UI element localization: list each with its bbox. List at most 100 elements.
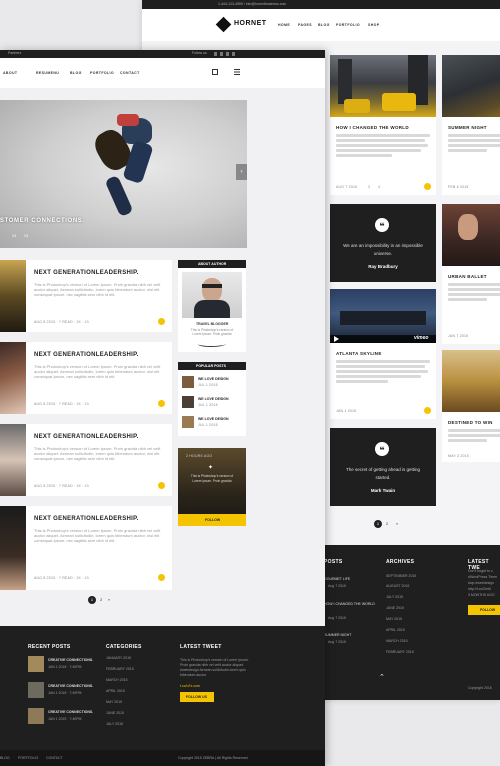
popular-title[interactable]: WE LOVE DESIGN bbox=[198, 417, 229, 421]
hero-slider[interactable]: STOMER CONNECTIONS. 24 13 › bbox=[0, 100, 247, 248]
archive-item[interactable]: MAY 2015 bbox=[386, 617, 402, 621]
share-icon[interactable] bbox=[158, 482, 165, 489]
page-2[interactable]: 2 bbox=[100, 596, 102, 604]
social-icons[interactable] bbox=[214, 52, 238, 56]
menu-icon[interactable] bbox=[234, 69, 240, 75]
quote-card[interactable]: ❝ We are an impossibility in an impossib… bbox=[330, 204, 436, 282]
next-page[interactable]: » bbox=[396, 520, 398, 528]
hero-like-count: 24 bbox=[12, 234, 17, 238]
bottom-link-contact[interactable]: CONTACT bbox=[46, 756, 63, 760]
quote-text: The secret of getting ahead is getting s… bbox=[345, 467, 421, 480]
archive-item[interactable]: APRIL 2015 bbox=[386, 628, 405, 632]
share-icon[interactable] bbox=[158, 400, 165, 407]
follow-button[interactable]: FOLLOW bbox=[468, 605, 500, 615]
article-card[interactable]: NEXT GENERATIONLEADERSHIP. This is Photo… bbox=[0, 260, 172, 332]
archive-item[interactable]: JULY 2015 bbox=[386, 595, 403, 599]
share-icon[interactable] bbox=[424, 407, 431, 414]
nav-blog[interactable]: BLOG bbox=[318, 23, 330, 27]
bottom-link-portfolio[interactable]: PORTFOLIO bbox=[18, 756, 38, 760]
article-card[interactable]: NEXT GENERATIONLEADERSHIP. This is Photo… bbox=[0, 342, 172, 414]
article-title[interactable]: NEXT GENERATIONLEADERSHIP. bbox=[34, 352, 139, 358]
tweet-link[interactable]: t.co/u7x.com bbox=[180, 684, 200, 688]
post-card[interactable]: URBAN BALLET JAN 7 2015 bbox=[442, 204, 500, 344]
nav-contact[interactable]: CONTACT bbox=[120, 71, 140, 75]
post-title[interactable]: HOW I CHANGED THE WORLD bbox=[336, 125, 409, 130]
post-title[interactable]: SUMMER NIGHT bbox=[448, 125, 487, 130]
article-excerpt: This is Photoshop's version of Lorem Ips… bbox=[34, 528, 161, 543]
recent-title[interactable]: CREATIVE CONNECTIONS. bbox=[48, 684, 93, 688]
logo-text[interactable]: HORNET bbox=[234, 20, 267, 27]
post-card[interactable]: DESTINED TO WIN MAY 3 2015 bbox=[442, 350, 500, 462]
nav-pages[interactable]: PAGES bbox=[298, 23, 312, 27]
post-date: FEB 6 2015 bbox=[448, 185, 469, 189]
popular-title[interactable]: WE LOVE DESIGN bbox=[198, 377, 229, 381]
video-player[interactable]: vimeo bbox=[330, 289, 436, 343]
article-card[interactable]: NEXT GENERATIONLEADERSHIP. This is Photo… bbox=[0, 424, 172, 496]
share-icon[interactable] bbox=[158, 574, 165, 581]
page-1[interactable]: 1 bbox=[88, 596, 96, 604]
quote-text: We are an impossibility in an impossible… bbox=[343, 243, 423, 256]
comment-count: 4 bbox=[378, 185, 381, 189]
post-date: JAN 1 2015 bbox=[336, 409, 357, 413]
nav-about[interactable]: ABOUT bbox=[3, 71, 17, 75]
article-card[interactable]: NEXT GENERATIONLEADERSHIP. This is Photo… bbox=[0, 506, 172, 590]
category-item[interactable]: JANUARY 2015 bbox=[106, 656, 131, 660]
category-item[interactable]: JUNE 2015 bbox=[106, 711, 124, 715]
follow-us-button[interactable]: FOLLOW US bbox=[180, 692, 214, 702]
footer-post[interactable]: GOURMET LIFE bbox=[324, 577, 350, 581]
follow-button[interactable]: FOLLOW bbox=[178, 514, 246, 526]
recent-post[interactable]: CREATIVE CONNECTIONS. JAN 1 2015 · 7:40P… bbox=[28, 682, 98, 698]
post-card[interactable]: HOW I CHANGED THE WORLD AUG 7 2015 3 4 bbox=[330, 55, 436, 195]
slider-next-arrow[interactable]: › bbox=[236, 164, 247, 180]
partners-link[interactable]: Partners bbox=[8, 51, 21, 56]
quote-card[interactable]: ❝ The secret of getting ahead is getting… bbox=[330, 428, 436, 506]
author-avatar bbox=[182, 272, 242, 318]
recent-title[interactable]: CREATIVE CONNECTIONS. bbox=[48, 658, 93, 662]
archive-item[interactable]: MARCH 2015 bbox=[386, 639, 408, 643]
footer-post[interactable]: SUMMER NIGHT bbox=[324, 633, 351, 637]
recent-title[interactable]: CREATIVE CONNECTIONS. bbox=[48, 710, 93, 714]
category-item[interactable]: MAY 2015 bbox=[106, 700, 122, 704]
play-icon[interactable] bbox=[334, 336, 339, 342]
footer-post[interactable]: HOW I CHANGED THE WORLD bbox=[324, 602, 375, 606]
popular-item[interactable]: WE LOVE DESIGN JUL 1 2015 bbox=[182, 394, 242, 410]
share-icon[interactable] bbox=[424, 183, 431, 190]
scroll-top-icon[interactable]: ⌃ bbox=[379, 673, 385, 681]
post-title[interactable]: ATLANTA SKYLINE bbox=[336, 351, 382, 356]
article-title[interactable]: NEXT GENERATIONLEADERSHIP. bbox=[34, 516, 139, 522]
article-title[interactable]: NEXT GENERATIONLEADERSHIP. bbox=[34, 270, 139, 276]
category-item[interactable]: JULY 2015 bbox=[106, 722, 123, 726]
archive-item[interactable]: SEPTEMBER 2015 bbox=[386, 574, 416, 578]
recent-post[interactable]: CREATIVE CONNECTIONS. JAN 1 2015 · 7:40P… bbox=[28, 656, 98, 672]
nav-shop[interactable]: SHOP bbox=[368, 23, 380, 27]
post-card[interactable]: vimeo ATLANTA SKYLINE JAN 1 2015 bbox=[330, 289, 436, 419]
next-page[interactable]: » bbox=[108, 596, 110, 604]
popular-item[interactable]: WE LOVE DESIGN JUL 1 2015 bbox=[182, 414, 242, 430]
category-item[interactable]: APRIL 2015 bbox=[106, 689, 125, 693]
category-item[interactable]: FEBRUARY 2015 bbox=[106, 667, 134, 671]
nav-blog[interactable]: BLOG bbox=[70, 71, 82, 75]
article-title[interactable]: NEXT GENERATIONLEADERSHIP. bbox=[34, 434, 139, 440]
post-title[interactable]: DESTINED TO WIN bbox=[448, 420, 493, 425]
category-item[interactable]: MARCH 2015 bbox=[106, 678, 128, 682]
nav-portfolio[interactable]: PORTFOLIO bbox=[90, 71, 114, 75]
archive-item[interactable]: JUNE 2015 bbox=[386, 606, 404, 610]
page-1[interactable]: 1 bbox=[374, 520, 382, 528]
bottom-link-blog[interactable]: BLOG bbox=[0, 756, 10, 760]
footer-post-date: Aug 7 2015 bbox=[328, 640, 346, 644]
share-icon[interactable] bbox=[158, 318, 165, 325]
archive-item[interactable]: AUGUST 2015 bbox=[386, 584, 409, 588]
post-title[interactable]: URBAN BALLET bbox=[448, 274, 487, 279]
popular-item[interactable]: WE LOVE DESIGN JUL 1 2015 bbox=[182, 374, 242, 390]
recent-post[interactable]: CREATIVE CONNECTIONS. JAN 1 2015 · 7:40P… bbox=[28, 708, 98, 724]
nav-portfolio[interactable]: PORTFOLIO bbox=[336, 23, 360, 27]
nav-home[interactable]: HOME bbox=[278, 23, 290, 27]
archive-item[interactable]: FEBRUARY 2015 bbox=[386, 650, 414, 654]
recent-meta: JAN 1 2015 · 7:40PM bbox=[48, 691, 82, 695]
page-2[interactable]: 2 bbox=[386, 520, 388, 528]
nav-resumenu[interactable]: RESUMENU bbox=[36, 71, 59, 75]
hornet-logo-icon[interactable] bbox=[215, 16, 232, 33]
post-card[interactable]: SUMMER NIGHT FEB 6 2015 bbox=[442, 55, 500, 195]
cart-icon[interactable] bbox=[212, 69, 218, 75]
popular-title[interactable]: WE LOVE DESIGN bbox=[198, 397, 229, 401]
